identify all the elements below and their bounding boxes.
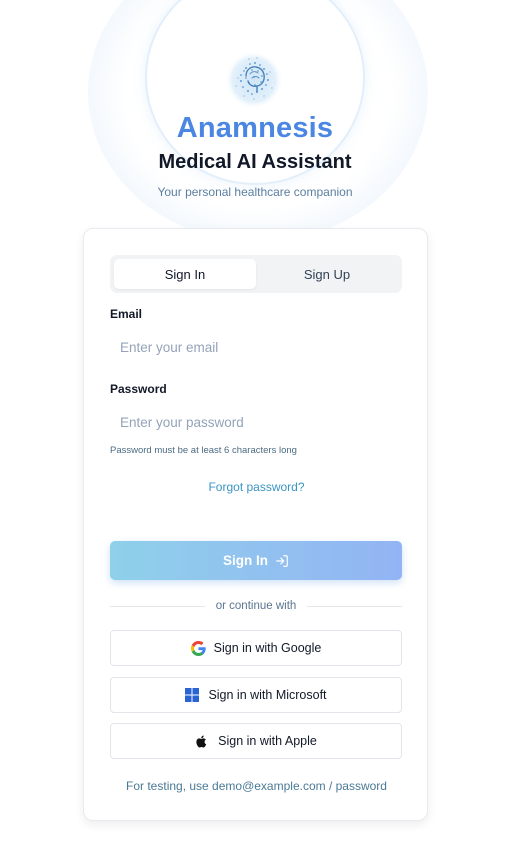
tab-sign-up[interactable]: Sign Up [256,259,398,289]
app-title: Anamnesis [176,112,334,144]
sign-in-button[interactable]: Sign In [110,541,402,580]
google-sign-in-label: Sign in with Google [213,641,322,655]
email-input[interactable] [110,331,402,363]
app-tagline: Your personal healthcare companion [157,185,353,199]
app-subtitle: Medical AI Assistant [158,151,352,173]
microsoft-sign-in-button[interactable]: Sign in with Microsoft [110,677,402,713]
divider-line-right [307,605,403,607]
password-label: Password [110,382,167,396]
google-icon [190,640,206,656]
apple-sign-in-label: Sign in with Apple [218,734,317,748]
apple-icon [195,734,210,749]
divider-line-left [110,605,205,607]
auth-tabs: Sign In Sign Up [110,255,402,293]
email-label: Email [110,307,143,321]
testing-credentials-note: For testing, use demo@example.com / pass… [126,779,387,793]
microsoft-sign-in-label: Sign in with Microsoft [208,688,327,702]
forgot-password-link[interactable]: Forgot password? [84,480,429,494]
google-sign-in-button[interactable]: Sign in with Google [110,630,402,666]
divider: or continue with [110,599,403,613]
microsoft-icon [185,687,200,703]
sign-in-button-label: Sign In [223,553,268,568]
password-input[interactable] [110,406,402,438]
divider-text: or continue with [215,600,297,612]
apple-sign-in-button[interactable]: Sign in with Apple [110,723,402,759]
log-in-icon [276,554,288,567]
tab-sign-in[interactable]: Sign In [114,259,256,289]
auth-card: Sign In Sign Up Email Password Password … [83,228,428,821]
auth-page: Anamnesis Medical AI Assistant Your pers… [0,0,516,852]
password-hint: Password must be at least 6 characters l… [110,445,297,456]
brain-logo-icon [225,51,283,109]
